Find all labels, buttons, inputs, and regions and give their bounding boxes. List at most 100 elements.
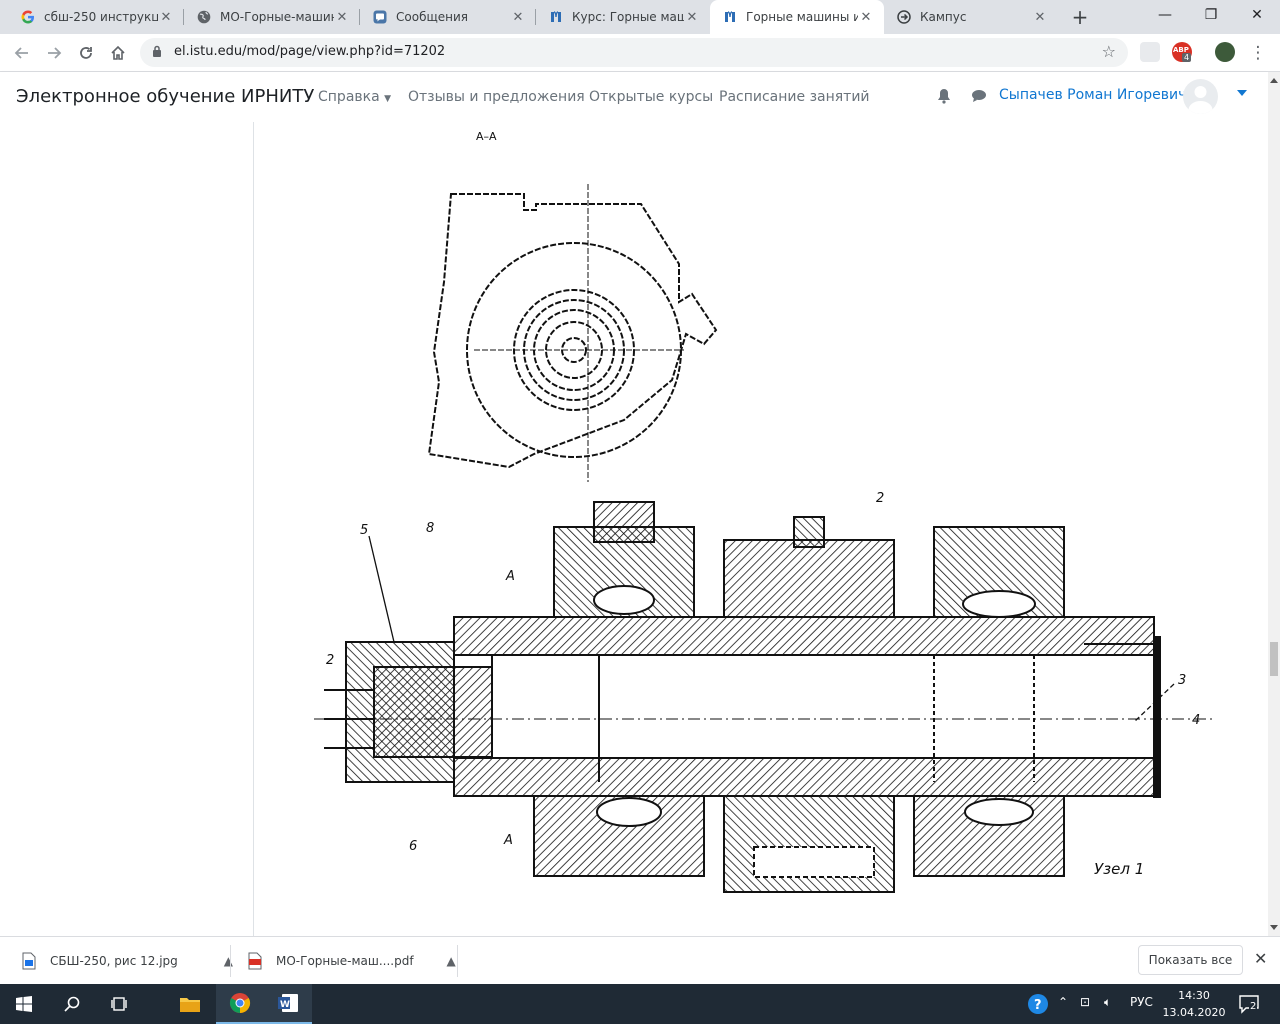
site-brand[interactable]: Электронное обучение ИРНИТУ	[16, 86, 314, 107]
page-scrollbar[interactable]	[1268, 72, 1280, 936]
system-clock[interactable]: 14:30 13.04.2020	[1162, 987, 1226, 1021]
nav-feedback[interactable]: Отзывы и предложения	[408, 89, 585, 105]
tab-mo-gornye[interactable]: МО-Горные-машины ✕	[184, 0, 360, 34]
drawing-label-a-top: A	[505, 569, 515, 584]
chat-icon[interactable]	[971, 88, 987, 104]
nav-schedule[interactable]: Расписание занятий	[719, 89, 870, 105]
browser-toolbar: el.istu.edu/mod/page/view.php?id=71202 ☆…	[0, 34, 1280, 72]
download-separator	[230, 945, 231, 977]
tab-course[interactable]: Курс: Горные машины ✕	[536, 0, 710, 34]
cross-section-view	[314, 501, 1214, 893]
forward-button[interactable]	[40, 39, 68, 67]
drawing-label-3-right: 3	[1178, 673, 1186, 688]
site-navbar: Электронное обучение ИРНИТУ Справка ▼ От…	[0, 72, 1268, 122]
page-content: A–A 2 5 8 A 2 3 4 6 A Узел 1	[0, 122, 1268, 936]
drawing-caption: Узел 1	[1094, 860, 1144, 878]
notification-center-button[interactable]: 2	[1238, 993, 1260, 1015]
chevron-up-icon[interactable]: ▲	[224, 954, 233, 968]
minimize-button[interactable]: —	[1142, 0, 1188, 30]
nav-help[interactable]: Справка ▼	[318, 89, 391, 105]
bookmark-star-icon[interactable]: ☆	[1102, 42, 1116, 61]
top-view	[427, 184, 718, 482]
tray-chevron-up-icon[interactable]: ⌃	[1058, 995, 1068, 1009]
user-name[interactable]: Сыпачев Роман Игоревич	[999, 87, 1186, 103]
help-icon[interactable]: ?	[1027, 993, 1049, 1015]
download-filename: СБШ-250, рис 12.jpg	[50, 954, 178, 968]
close-downloads-icon[interactable]: ✕	[1254, 949, 1267, 968]
chrome-taskbar-button[interactable]	[216, 984, 264, 1024]
drawing-label-top-marker: A–A	[476, 130, 497, 143]
download-item[interactable]: СБШ-250, рис 12.jpg ▲	[22, 945, 233, 977]
tab-messages[interactable]: Сообщения ✕	[360, 0, 536, 34]
moodle-icon	[548, 9, 564, 25]
scroll-up-arrow-icon[interactable]	[1270, 78, 1278, 83]
close-icon[interactable]: ✕	[1032, 10, 1048, 25]
back-button[interactable]	[8, 39, 36, 67]
lock-icon	[153, 45, 161, 57]
file-explorer-button[interactable]	[166, 984, 214, 1024]
word-icon: W	[278, 994, 298, 1012]
task-view-button[interactable]	[96, 984, 144, 1024]
profile-avatar[interactable]	[1215, 42, 1235, 62]
restore-button[interactable]: ❐	[1188, 0, 1234, 30]
reload-button[interactable]	[72, 39, 100, 67]
clock-date: 13.04.2020	[1162, 1006, 1226, 1019]
windows-logo-icon	[16, 996, 32, 1012]
moodle-icon	[722, 9, 738, 25]
tab-kampus[interactable]: Кампус ✕	[884, 0, 1058, 34]
globe-icon	[196, 9, 212, 25]
browser-menu-button[interactable]: ⋮	[1244, 39, 1272, 67]
tab-sbsh-search[interactable]: сбш-250 инструкция ✕	[8, 0, 184, 34]
chevron-down-icon: ▼	[384, 94, 392, 104]
drawing-label-6-bottom: 6	[409, 839, 417, 854]
drawing-label-2-top: 2	[876, 491, 884, 506]
close-icon[interactable]: ✕	[334, 10, 350, 25]
close-icon[interactable]: ✕	[510, 10, 526, 25]
drawing-label-2-left: 2	[326, 653, 334, 668]
show-all-downloads-button[interactable]: Показать все	[1138, 945, 1243, 975]
extension-grey-icon[interactable]	[1140, 42, 1160, 62]
technical-drawing-image: A–A 2 5 8 A 2 3 4 6 A Узел 1	[314, 130, 1214, 893]
tab-title: Сообщения	[396, 10, 469, 24]
download-separator	[457, 945, 458, 977]
user-menu-caret-icon[interactable]	[1237, 90, 1247, 96]
tab-title: Курс: Горные машины	[572, 10, 684, 24]
clock-time: 14:30	[1178, 989, 1210, 1002]
new-tab-button[interactable]: +	[1068, 5, 1092, 29]
user-avatar[interactable]	[1183, 79, 1218, 114]
search-button[interactable]	[48, 984, 96, 1024]
adblock-extension-icon[interactable]: ABP 4	[1172, 42, 1192, 62]
network-icon[interactable]: ⊡	[1080, 995, 1090, 1009]
close-icon[interactable]: ✕	[684, 10, 700, 25]
nav-help-label: Справка	[318, 89, 380, 105]
drawing-label-5-left: 5	[360, 523, 368, 538]
home-button[interactable]	[104, 39, 132, 67]
download-filename: МО-Горные-маш....pdf	[276, 954, 414, 968]
nav-open-courses[interactable]: Открытые курсы	[589, 89, 713, 105]
address-bar[interactable]: el.istu.edu/mod/page/view.php?id=71202 ☆	[140, 38, 1128, 67]
scroll-down-arrow-icon[interactable]	[1270, 925, 1278, 930]
close-icon[interactable]: ✕	[158, 10, 174, 25]
close-icon[interactable]: ✕	[858, 10, 874, 25]
scrollbar-thumb[interactable]	[1270, 642, 1278, 676]
close-window-button[interactable]: ✕	[1234, 0, 1280, 30]
url-text: el.istu.edu/mod/page/view.php?id=71202	[174, 44, 446, 59]
start-button[interactable]	[0, 984, 48, 1024]
tab-title: сбш-250 инструкция	[44, 10, 158, 24]
tab-title: Горные машины и п	[746, 10, 858, 24]
task-view-icon	[111, 997, 127, 1011]
image-file-icon	[22, 952, 36, 970]
word-taskbar-button[interactable]: W	[264, 984, 312, 1024]
back-arrow-icon	[14, 47, 28, 59]
google-icon	[20, 9, 36, 25]
download-item[interactable]: МО-Горные-маш....pdf ▲	[248, 945, 456, 977]
tab-gornye-mashiny-active[interactable]: Горные машины и п ✕	[710, 0, 884, 34]
volume-icon[interactable]: 🔈︎	[1104, 995, 1111, 1010]
arrow-circle-icon	[896, 9, 912, 25]
chevron-up-icon[interactable]: ▲	[447, 954, 456, 968]
tab-title: Кампус	[920, 10, 967, 24]
bell-icon[interactable]	[936, 88, 952, 104]
language-indicator[interactable]: РУС	[1130, 995, 1153, 1009]
drawing-label-8: 8	[426, 521, 434, 536]
home-icon	[111, 45, 125, 60]
